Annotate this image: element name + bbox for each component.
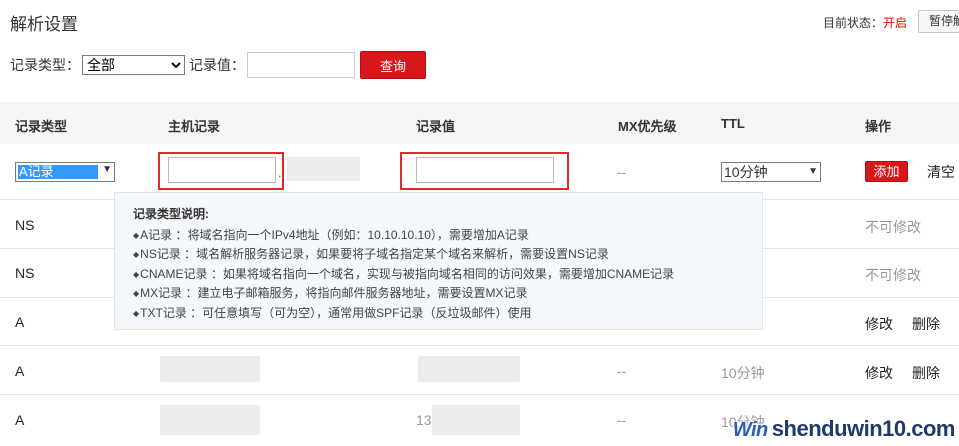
table-row: A -- 10分钟 修改 删除 bbox=[0, 346, 959, 395]
row-type: NS bbox=[15, 265, 35, 281]
clear-link[interactable]: 清空 bbox=[927, 162, 955, 182]
record-type-help-tooltip: 记录类型说明: A记录 ：将域名指向一个IPv4地址（例如：10.10.10.1… bbox=[114, 192, 763, 330]
header-actions: 操作 bbox=[865, 119, 892, 134]
row-action-readonly: 不可修改 bbox=[865, 267, 921, 283]
row-mx: -- bbox=[617, 412, 627, 428]
row-type: NS bbox=[15, 217, 35, 233]
redacted-host bbox=[160, 356, 260, 382]
host-record-input[interactable] bbox=[168, 157, 276, 183]
site-watermark: Win shenduwin10.com bbox=[732, 416, 956, 442]
redacted-host bbox=[160, 405, 260, 435]
header-host-record: 主机记录 bbox=[168, 119, 221, 134]
help-txt-record: TXT记录 ：可任意填写（可为空），通常用做SPF记录（反垃圾邮件）使用 bbox=[133, 304, 762, 324]
header-record-type: 记录类型 bbox=[15, 119, 68, 134]
row-type: A bbox=[15, 412, 25, 428]
watermark-logo: Win bbox=[732, 419, 768, 441]
filter-bar: 记录类型： 全部 记录值： 查询 bbox=[10, 51, 426, 79]
new-record-type-select[interactable]: A记录 ▼ bbox=[15, 162, 115, 182]
pause-dns-button[interactable]: 暂停解 bbox=[918, 10, 959, 33]
record-value-input[interactable] bbox=[416, 157, 554, 183]
redacted-domain bbox=[287, 157, 360, 181]
query-button[interactable]: 查询 bbox=[360, 51, 426, 79]
help-cname-record: CNAME记录 ：如果将域名指向一个域名，实现与被指向域名相同的访问效果，需要增… bbox=[133, 265, 762, 285]
header-mx-priority: MX优先级 bbox=[618, 119, 677, 134]
table-header: 记录类型 主机记录 记录值 MX优先级 TTL 操作 bbox=[0, 102, 959, 144]
watermark-text: shenduwin10.com bbox=[771, 416, 956, 441]
record-type-filter-select[interactable]: 全部 bbox=[82, 55, 185, 75]
row-mx: -- bbox=[617, 363, 627, 379]
help-a-record: A记录 ：将域名指向一个IPv4地址（例如：10.10.10.10），需要增加A… bbox=[133, 226, 762, 246]
host-suffix: . bbox=[278, 165, 282, 180]
tooltip-title: 记录类型说明: bbox=[133, 207, 209, 221]
header-record-value: 记录值 bbox=[416, 119, 456, 134]
record-value-label: 记录值： bbox=[189, 57, 245, 73]
status-label: 目前状态： bbox=[823, 16, 884, 30]
help-mx-record: MX记录 ：建立电子邮箱服务，将指向邮件服务器地址，需要设置MX记录 bbox=[133, 284, 762, 304]
chevron-down-icon: ▼ bbox=[808, 166, 818, 177]
page-title: 解析设置 bbox=[10, 15, 78, 34]
add-record-button[interactable]: 添加 bbox=[865, 161, 908, 182]
chevron-down-icon: ▼ bbox=[102, 164, 112, 175]
record-value-filter-input[interactable] bbox=[247, 52, 355, 78]
row-value: 13 bbox=[416, 412, 432, 428]
record-type-label: 记录类型： bbox=[10, 57, 80, 73]
edit-link[interactable]: 修改 bbox=[865, 314, 893, 334]
row-type: A bbox=[15, 363, 25, 379]
redacted-value bbox=[432, 405, 520, 435]
row-action-readonly: 不可修改 bbox=[865, 219, 921, 235]
ttl-select[interactable]: 10分钟 ▼ bbox=[721, 162, 821, 182]
selected-type: A记录 bbox=[18, 165, 98, 179]
dns-status: 目前状态：开启 bbox=[823, 14, 907, 31]
redacted-value bbox=[418, 356, 520, 382]
help-ns-record: NS记录 ：域名解析服务器记录，如果要将子域名指定某个域名来解析，需要设置NS记… bbox=[133, 245, 762, 265]
status-value: 开启 bbox=[883, 16, 908, 30]
delete-link[interactable]: 删除 bbox=[912, 314, 940, 334]
ttl-selected: 10分钟 bbox=[724, 164, 768, 180]
row-ttl: 10分钟 bbox=[721, 365, 765, 381]
new-mx-value: -- bbox=[617, 164, 627, 180]
delete-link[interactable]: 删除 bbox=[912, 363, 940, 383]
edit-link[interactable]: 修改 bbox=[865, 363, 893, 383]
header-ttl: TTL bbox=[721, 116, 745, 131]
row-type: A bbox=[15, 314, 25, 330]
